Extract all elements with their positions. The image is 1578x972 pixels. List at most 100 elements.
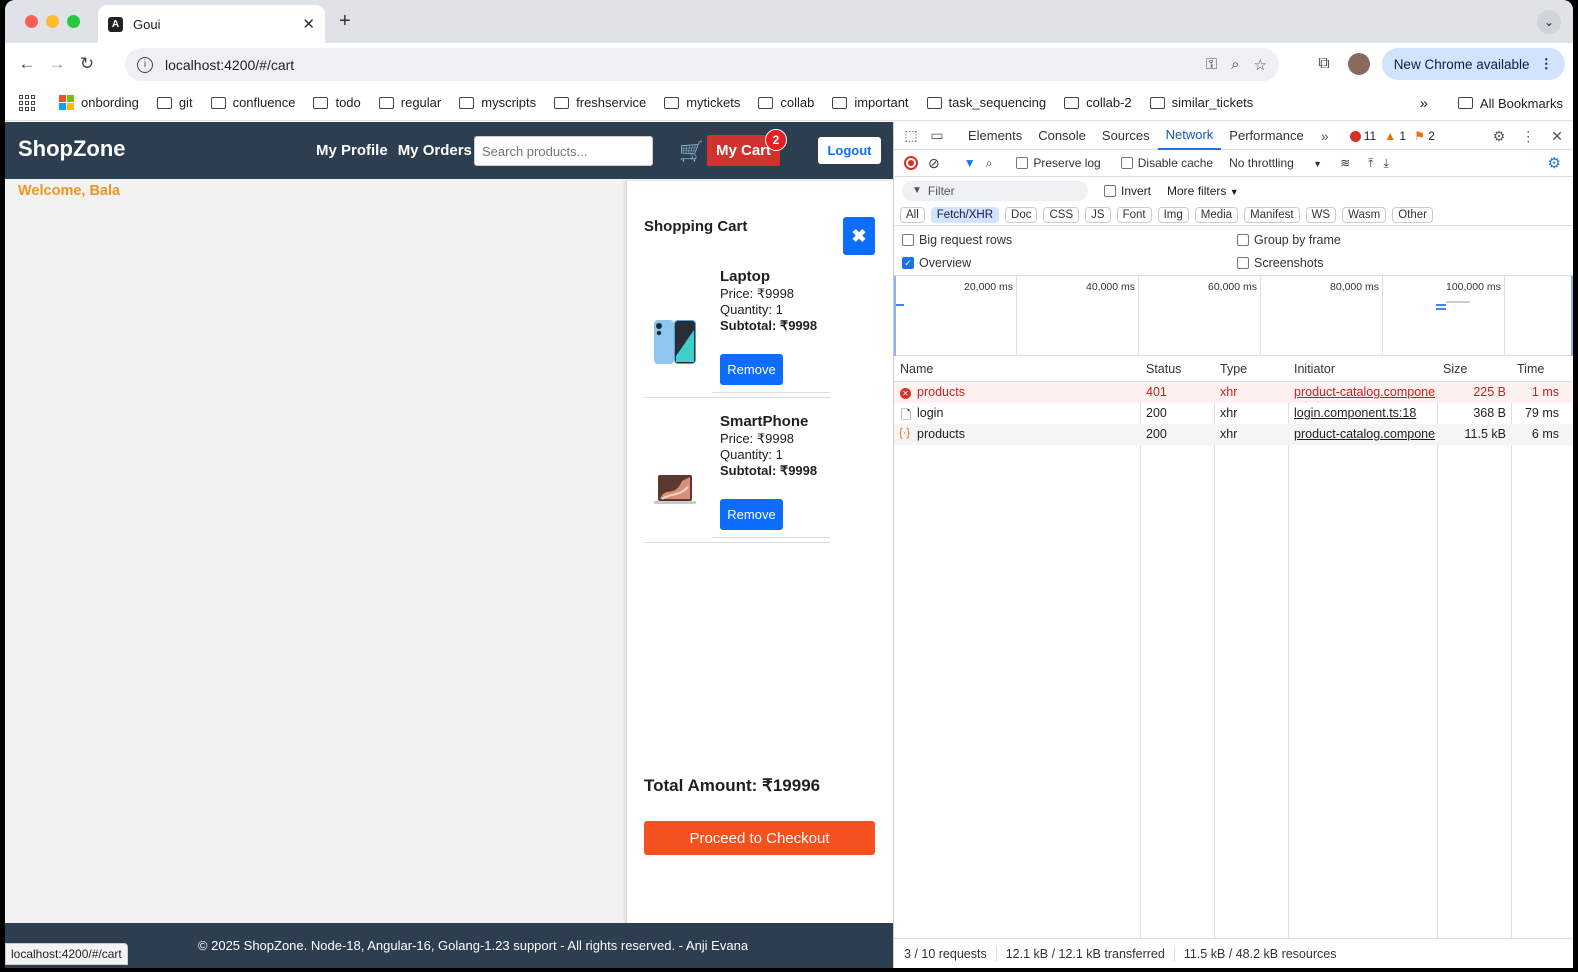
- tab-sources[interactable]: Sources: [1094, 122, 1158, 150]
- site-info-icon[interactable]: i: [137, 56, 153, 73]
- type-chip[interactable]: Media: [1194, 206, 1239, 223]
- tab-network[interactable]: Network: [1157, 122, 1222, 150]
- column-header[interactable]: Status: [1146, 362, 1181, 376]
- table-row[interactable]: {·} products 200 xhr product-catalog.com…: [894, 424, 1573, 445]
- type-chip[interactable]: Other: [1392, 206, 1433, 223]
- type-chip[interactable]: Manifest: [1244, 206, 1300, 223]
- record-icon[interactable]: [904, 156, 918, 170]
- bookmark-folder[interactable]: task_sequencing: [926, 95, 1046, 110]
- tab-elements[interactable]: Elements: [960, 122, 1030, 150]
- new-tab-icon[interactable]: +: [339, 10, 351, 33]
- bookmark-folder[interactable]: important: [832, 95, 909, 110]
- my-profile-link[interactable]: My Profile: [316, 142, 388, 159]
- bookmark-folder[interactable]: todo: [313, 95, 361, 110]
- close-devtools-icon[interactable]: ✕: [1551, 128, 1563, 145]
- settings-gear-icon[interactable]: ⚙: [1493, 128, 1506, 145]
- bookmark-item[interactable]: onbording: [59, 95, 139, 110]
- inspect-element-icon[interactable]: ⬚: [898, 127, 924, 144]
- bookmark-folder[interactable]: mytickets: [664, 95, 740, 110]
- type-chip[interactable]: CSS: [1043, 206, 1080, 223]
- devtools-menu-icon[interactable]: ⋮: [1521, 128, 1535, 145]
- more-filters-dropdown[interactable]: More filters ▼: [1167, 184, 1239, 198]
- column-header[interactable]: Initiator: [1294, 362, 1335, 376]
- type-chip[interactable]: Img: [1157, 206, 1189, 223]
- remove-button[interactable]: Remove: [720, 499, 783, 530]
- filter-funnel-icon[interactable]: ▼: [964, 156, 976, 170]
- brand-logo[interactable]: ShopZone: [18, 136, 126, 162]
- table-row[interactable]: 🗋 login 200 xhr login.component.ts:18 36…: [894, 403, 1573, 424]
- type-chip[interactable]: WS: [1305, 206, 1337, 223]
- request-initiator[interactable]: login.component.ts:18: [1294, 406, 1437, 420]
- bookmark-folder[interactable]: collab: [758, 95, 814, 110]
- profile-avatar[interactable]: [1347, 53, 1370, 75]
- timeline-handle-right[interactable]: [1571, 276, 1573, 356]
- column-header[interactable]: Name: [900, 362, 933, 376]
- bookmark-folder[interactable]: git: [156, 95, 193, 110]
- group-by-frame-checkbox[interactable]: Group by frame: [1237, 233, 1341, 247]
- disable-cache-checkbox[interactable]: Disable cache: [1120, 156, 1213, 170]
- request-initiator[interactable]: product-catalog.compone: [1294, 427, 1437, 441]
- import-har-icon[interactable]: ⤒: [1368, 156, 1373, 171]
- remove-button[interactable]: Remove: [720, 354, 783, 385]
- bookmark-folder[interactable]: myscripts: [459, 95, 536, 110]
- close-cart-button[interactable]: ✖: [843, 217, 875, 255]
- clear-icon[interactable]: ⊘: [928, 155, 940, 172]
- update-chrome-button[interactable]: New Chrome available ⋮: [1381, 48, 1565, 80]
- bookmark-folder[interactable]: confluence: [210, 95, 295, 110]
- tab-performance[interactable]: Performance: [1221, 122, 1311, 150]
- reload-icon[interactable]: ↻: [72, 49, 102, 79]
- extensions-icon[interactable]: ⧉: [1318, 55, 1329, 73]
- network-overview-timeline[interactable]: 20,000 ms 40,000 ms 60,000 ms 80,000 ms …: [894, 276, 1573, 356]
- network-conditions-icon[interactable]: ≋: [1340, 156, 1350, 170]
- export-har-icon[interactable]: ⤓: [1383, 156, 1388, 171]
- apps-grid-icon[interactable]: [19, 94, 35, 111]
- throttling-select[interactable]: No throttling ▼: [1229, 156, 1322, 170]
- bookmarks-overflow-icon[interactable]: »: [1420, 95, 1428, 112]
- bookmark-star-icon[interactable]: ☆: [1254, 56, 1267, 74]
- tab-search-icon[interactable]: ⌄: [1537, 10, 1561, 34]
- url-text[interactable]: localhost:4200/#/cart: [165, 57, 1192, 73]
- bookmark-folder[interactable]: similar_tickets: [1149, 95, 1253, 110]
- minimize-window-button[interactable]: [46, 15, 59, 28]
- type-chip[interactable]: Font: [1116, 206, 1152, 223]
- forward-icon[interactable]: →: [42, 49, 72, 79]
- my-orders-link[interactable]: My Orders: [398, 142, 472, 159]
- network-settings-icon[interactable]: ⚙: [1548, 154, 1561, 172]
- filter-input[interactable]: ▼ Filter: [902, 180, 1088, 201]
- search-icon[interactable]: ⌕: [986, 156, 993, 171]
- column-header[interactable]: Time: [1517, 362, 1544, 376]
- checkout-button[interactable]: Proceed to Checkout: [644, 821, 875, 855]
- close-window-button[interactable]: [25, 15, 38, 28]
- big-request-rows-checkbox[interactable]: Big request rows: [902, 233, 1012, 247]
- type-chip[interactable]: Doc: [1005, 206, 1038, 223]
- table-row[interactable]: ✕ products 401 xhr product-catalog.compo…: [894, 382, 1573, 403]
- screenshots-checkbox[interactable]: Screenshots: [1237, 256, 1323, 270]
- bookmark-folder[interactable]: freshservice: [554, 95, 646, 110]
- close-tab-icon[interactable]: ✕: [302, 15, 315, 33]
- column-header[interactable]: Type: [1220, 362, 1247, 376]
- bookmark-folder[interactable]: collab-2: [1064, 95, 1132, 110]
- tab-console[interactable]: Console: [1030, 122, 1094, 150]
- request-initiator[interactable]: product-catalog.compone: [1294, 385, 1437, 399]
- zoom-icon[interactable]: ⌕: [1231, 56, 1239, 73]
- password-key-icon[interactable]: ⚿: [1206, 56, 1217, 73]
- back-icon[interactable]: ←: [12, 49, 42, 79]
- maximize-window-button[interactable]: [67, 15, 80, 28]
- column-header[interactable]: Size: [1443, 362, 1467, 376]
- overview-checkbox[interactable]: ✓ Overview: [902, 256, 971, 270]
- preserve-log-checkbox[interactable]: Preserve log: [1016, 156, 1101, 170]
- all-bookmarks-folder[interactable]: All Bookmarks: [1457, 96, 1563, 111]
- address-bar[interactable]: i localhost:4200/#/cart ⚿ ⌕ ☆: [125, 48, 1279, 81]
- timeline-handle-left[interactable]: [894, 276, 896, 356]
- device-toolbar-icon[interactable]: ▭: [924, 127, 950, 144]
- search-input[interactable]: [474, 136, 653, 166]
- invert-checkbox[interactable]: Invert: [1104, 184, 1151, 198]
- type-chip-active[interactable]: Fetch/XHR: [930, 206, 1000, 223]
- more-tabs-icon[interactable]: »: [1312, 128, 1338, 144]
- bookmark-folder[interactable]: regular: [378, 95, 441, 110]
- logout-button[interactable]: Logout: [818, 137, 881, 164]
- type-chip[interactable]: Wasm: [1342, 206, 1387, 223]
- browser-tab[interactable]: A Goui ✕: [98, 5, 325, 43]
- issue-counters[interactable]: 11 ▲ 1 ⚑ 2: [1349, 129, 1435, 143]
- type-chip[interactable]: All: [900, 206, 925, 223]
